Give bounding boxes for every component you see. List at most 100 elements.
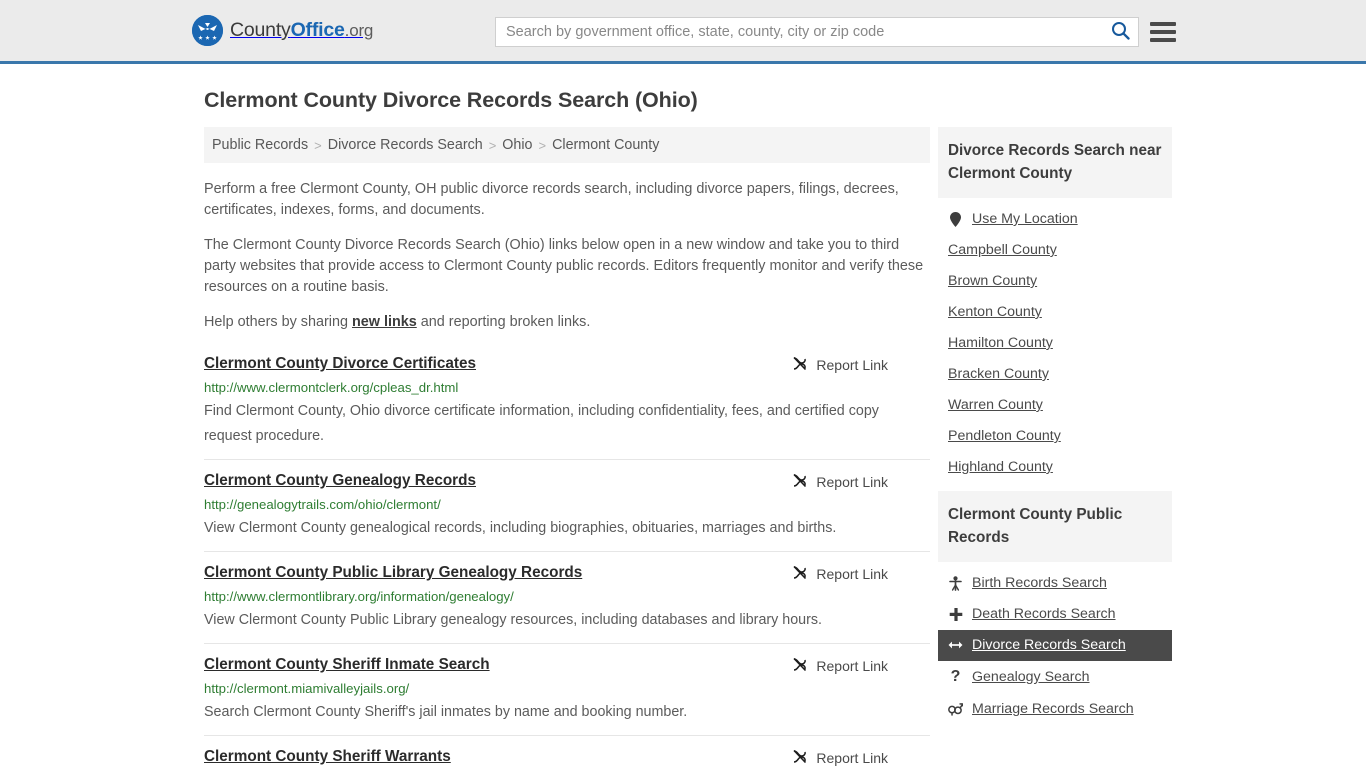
intro-paragraph-3: Help others by sharing new links and rep… <box>204 312 930 333</box>
sidebar-item-label: Birth Records Search <box>972 575 1107 591</box>
result-title-link[interactable]: Clermont County Divorce Certificates <box>204 353 476 375</box>
sidebar-item-highland-county[interactable]: Highland County <box>938 452 1172 483</box>
public-records-panel: Clermont County Public Records Birth Rec… <box>938 491 1172 725</box>
result-url[interactable]: http://clermont.miamivalleyjails.org/ <box>204 679 930 699</box>
site-logo-text: CountyOffice.org <box>230 19 373 42</box>
public-records-heading: Clermont County Public Records <box>938 491 1172 562</box>
menu-bar-1 <box>1150 22 1176 26</box>
site-header: CountyOffice.org <box>0 0 1366 64</box>
search-button[interactable] <box>1102 18 1138 46</box>
sidebar-item-pendleton-county[interactable]: Pendleton County <box>938 421 1172 452</box>
report-link-button[interactable]: Report Link <box>791 472 888 492</box>
sidebar-item-warren-county[interactable]: Warren County <box>938 390 1172 421</box>
report-link-label: Report Link <box>816 566 888 582</box>
report-link-button[interactable]: Report Link <box>791 748 888 768</box>
broken-link-icon <box>791 472 808 492</box>
intro-paragraph-2: The Clermont County Divorce Records Sear… <box>204 237 924 295</box>
sidebar-item-hamilton-county[interactable]: Hamilton County <box>938 328 1172 359</box>
main-content: Public Records > Divorce Records Search … <box>204 127 930 768</box>
report-link-label: Report Link <box>816 658 888 674</box>
report-link-button[interactable]: Report Link <box>791 656 888 676</box>
result-url[interactable]: http://www.clermontclerk.org/cpleas_dr.h… <box>204 378 930 398</box>
breadcrumb-separator: > <box>488 137 497 153</box>
logo-text-suffix: .org <box>344 21 374 40</box>
sidebar-item-label: Highland County <box>948 459 1053 475</box>
sidebar-item-label: Hamilton County <box>948 335 1053 351</box>
broken-link-icon <box>791 564 808 584</box>
sidebar-item-marriage-records-search[interactable]: Marriage Records Search <box>938 694 1172 725</box>
content-columns: Public Records > Divorce Records Search … <box>204 127 1174 768</box>
menu-bar-2 <box>1150 30 1176 34</box>
sidebar-item-label: Use My Location <box>972 211 1078 227</box>
left-right-arrow-icon <box>948 639 963 651</box>
sidebar-item-genealogy-search[interactable]: ? Genealogy Search <box>938 661 1172 694</box>
sidebar-item-label: Campbell County <box>948 242 1057 258</box>
result-header: Clermont County Genealogy Records Report… <box>204 470 930 492</box>
breadcrumb-item-divorce-records-search[interactable]: Divorce Records Search <box>328 137 483 153</box>
sidebar-item-label: Pendleton County <box>948 428 1061 444</box>
sidebar-item-kenton-county[interactable]: Kenton County <box>938 297 1172 328</box>
breadcrumb-item-public-records[interactable]: Public Records <box>212 137 308 153</box>
sidebar-item-use-my-location[interactable]: Use My Location <box>938 204 1172 235</box>
eagle-seal-icon <box>192 15 223 46</box>
intro-paragraph-1: Perform a free Clermont County, OH publi… <box>204 181 899 218</box>
report-link-label: Report Link <box>816 357 888 373</box>
result-item: Clermont County Public Library Genealogy… <box>204 562 930 644</box>
broken-link-icon <box>791 748 808 768</box>
sidebar-item-label: Genealogy Search <box>972 669 1090 685</box>
sidebar-item-label: Divorce Records Search <box>972 637 1126 653</box>
result-title-link[interactable]: Clermont County Public Library Genealogy… <box>204 562 582 584</box>
result-item: Clermont County Sheriff Warrants Report … <box>204 746 930 768</box>
broken-link-icon <box>791 656 808 676</box>
nearby-counties-list: Use My Location Campbell County Brown Co… <box>938 198 1172 483</box>
sidebar-item-label: Kenton County <box>948 304 1042 320</box>
report-link-button[interactable]: Report Link <box>791 355 888 375</box>
breadcrumb-item-clermont-county: Clermont County <box>552 137 660 153</box>
intro-paragraph-3-post: and reporting broken links. <box>416 314 591 330</box>
result-header: Clermont County Divorce Certificates Rep… <box>204 353 930 375</box>
hamburger-menu-icon[interactable] <box>1150 20 1176 44</box>
result-title-link[interactable]: Clermont County Sheriff Warrants <box>204 746 451 768</box>
report-link-label: Report Link <box>816 750 888 766</box>
sidebar-item-death-records-search[interactable]: Death Records Search <box>938 599 1172 630</box>
cross-icon <box>948 607 963 622</box>
search-bar[interactable] <box>495 17 1139 47</box>
result-url[interactable]: http://genealogytrails.com/ohio/clermont… <box>204 495 930 515</box>
sidebar: Divorce Records Search near Clermont Cou… <box>938 127 1172 768</box>
result-header: Clermont County Public Library Genealogy… <box>204 562 930 584</box>
new-links-link[interactable]: new links <box>352 314 417 330</box>
intro-text: Perform a free Clermont County, OH publi… <box>204 179 930 333</box>
map-pin-icon <box>948 211 963 227</box>
report-link-button[interactable]: Report Link <box>791 564 888 584</box>
sidebar-item-campbell-county[interactable]: Campbell County <box>938 235 1172 266</box>
baby-icon <box>948 575 963 591</box>
nearby-counties-panel: Divorce Records Search near Clermont Cou… <box>938 127 1172 483</box>
broken-link-icon <box>791 355 808 375</box>
question-mark-icon: ? <box>950 668 961 685</box>
breadcrumb-separator: > <box>314 137 322 153</box>
sidebar-item-label: Brown County <box>948 273 1038 289</box>
result-item: Clermont County Sheriff Inmate Search Re… <box>204 654 930 736</box>
breadcrumb-separator: > <box>538 137 547 153</box>
result-description: Search Clermont County Sheriff's jail in… <box>204 704 688 720</box>
sidebar-item-label: Warren County <box>948 397 1043 413</box>
search-input[interactable] <box>496 18 1102 46</box>
result-url[interactable]: http://www.clermontlibrary.org/informati… <box>204 587 930 607</box>
report-link-label: Report Link <box>816 474 888 490</box>
sidebar-item-divorce-records-search[interactable]: Divorce Records Search <box>938 630 1172 661</box>
sidebar-item-label: Marriage Records Search <box>972 701 1134 717</box>
page-title: Clermont County Divorce Records Search (… <box>204 88 698 112</box>
result-title-link[interactable]: Clermont County Sheriff Inmate Search <box>204 654 490 676</box>
result-title-link[interactable]: Clermont County Genealogy Records <box>204 470 476 492</box>
sidebar-item-bracken-county[interactable]: Bracken County <box>938 359 1172 390</box>
site-logo[interactable]: CountyOffice.org <box>192 15 373 46</box>
result-header: Clermont County Sheriff Inmate Search Re… <box>204 654 930 676</box>
search-icon <box>1111 21 1130 43</box>
sidebar-item-birth-records-search[interactable]: Birth Records Search <box>938 568 1172 599</box>
intro-paragraph-3-pre: Help others by sharing <box>204 314 352 330</box>
male-female-icon <box>948 702 963 716</box>
sidebar-item-brown-county[interactable]: Brown County <box>938 266 1172 297</box>
result-description: Find Clermont County, Ohio divorce certi… <box>204 403 879 444</box>
breadcrumb-item-ohio[interactable]: Ohio <box>502 137 532 153</box>
result-item: Clermont County Divorce Certificates Rep… <box>204 353 930 460</box>
